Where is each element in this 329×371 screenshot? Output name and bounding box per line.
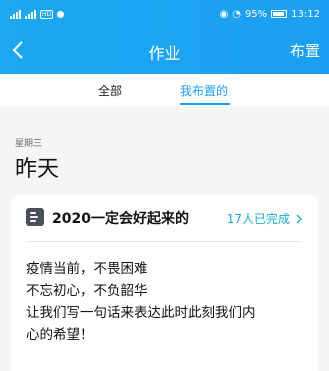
app-header: HD ◉ ◔ 95% 13:12 作业 布置 (0, 0, 329, 74)
status-left: HD (10, 9, 65, 19)
page-title: 作业 (148, 44, 181, 63)
active-tab-indicator (180, 103, 230, 105)
signal-icon (10, 9, 21, 19)
signal-icon-2 (25, 9, 36, 19)
list-icon (26, 208, 44, 226)
weekday-label: 星期三 (15, 139, 43, 149)
hd-badge: HD (40, 9, 54, 19)
completed-count: 17人已完成 (226, 212, 290, 226)
eye-icon: ◉ (219, 8, 229, 20)
nav-bar: 作业 布置 (0, 28, 329, 74)
tab-all[interactable]: 全部 (98, 82, 122, 99)
status-right: ◉ ◔ 95% 13:12 (219, 9, 320, 20)
battery-percent: 95% (244, 8, 268, 20)
divider (26, 241, 302, 242)
status-bar: HD ◉ ◔ 95% 13:12 (0, 0, 329, 28)
content-line: 心的希望！ (26, 327, 94, 343)
alarm-icon: ◔ (232, 8, 241, 20)
tab-my-assigned[interactable]: 我布置的 (180, 82, 228, 99)
battery-icon (271, 10, 288, 18)
clock: 13:12 (291, 8, 320, 20)
day-heading: 昨天 (15, 157, 60, 182)
content-line: 疫情当前，不畏困难 (26, 261, 148, 277)
notification-icon (57, 10, 65, 18)
homework-card[interactable]: 2020一定会好起来的 17人已完成 疫情当前，不畏困难 不忘初心，不负韶华 让… (11, 195, 318, 371)
chevron-right-icon (296, 214, 302, 223)
homework-title: 2020一定会好起来的 (52, 211, 189, 227)
tab-bar: 全部 我布置的 (0, 74, 329, 107)
homework-content: 疫情当前，不畏困难 不忘初心，不负韶华 让我们写一句话来表达此时此刻我们内 心的… (26, 258, 308, 346)
assign-button[interactable]: 布置 (290, 40, 320, 61)
content-line: 不忘初心，不负韶华 (26, 283, 148, 299)
content-line: 让我们写一句话来表达此时此刻我们内 (26, 305, 256, 321)
completed-count-link[interactable]: 17人已完成 (227, 210, 302, 227)
